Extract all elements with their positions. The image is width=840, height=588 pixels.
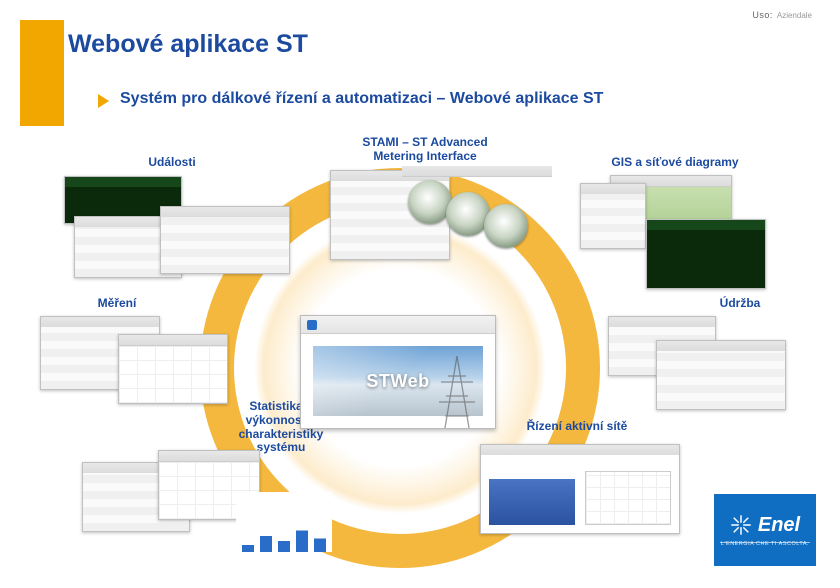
thumb-active-plot [585, 471, 671, 525]
thumb-active-dashboard [480, 444, 680, 534]
label-gis: GIS a síťové diagramy [580, 156, 770, 170]
label-maintenance: Údržba [700, 297, 780, 311]
center-card-header [301, 316, 495, 334]
thumb-active-widget [489, 479, 575, 525]
label-events: Události [112, 156, 232, 170]
thumb-maint-schedule [656, 340, 786, 410]
thumb-gis-report [580, 183, 646, 249]
brand-name: Enel [758, 514, 800, 537]
thumb-ami-meters [402, 166, 552, 266]
chevron-icon [98, 94, 109, 108]
header-scope: Aziendale [777, 11, 812, 20]
page-subtitle: Systém pro dálkové řízení a automatizaci… [120, 90, 603, 108]
enel-starburst-icon [730, 514, 752, 536]
meter-icon [484, 204, 528, 248]
thumb-gis-schema [646, 219, 766, 289]
center-brand: STWeb [366, 371, 429, 392]
brand-logo: Enel L'ENERGIA CHE TI ASCOLTA. [714, 494, 816, 566]
accent-block [20, 20, 64, 126]
thumb-measure-trend [118, 334, 228, 404]
header-uso-label: Uso: [752, 10, 773, 20]
header-usage: Uso: Aziendale [0, 0, 840, 30]
pylon-icon [437, 352, 477, 432]
thumb-events-table2 [160, 206, 290, 274]
page-title: Webové aplikace ST [68, 30, 308, 59]
thumb-stats-barchart [236, 492, 332, 552]
center-card: STWeb [300, 315, 496, 429]
center-card-image: STWeb [313, 346, 483, 416]
label-measurement: Měření [72, 297, 162, 311]
brand-tagline: L'ENERGIA CHE TI ASCOLTA. [721, 541, 809, 547]
logo-icon [307, 320, 317, 330]
label-active-network: Řízení aktivní sítě [492, 420, 662, 434]
label-ami: STAMI – ST Advanced Metering Interface [330, 136, 520, 164]
